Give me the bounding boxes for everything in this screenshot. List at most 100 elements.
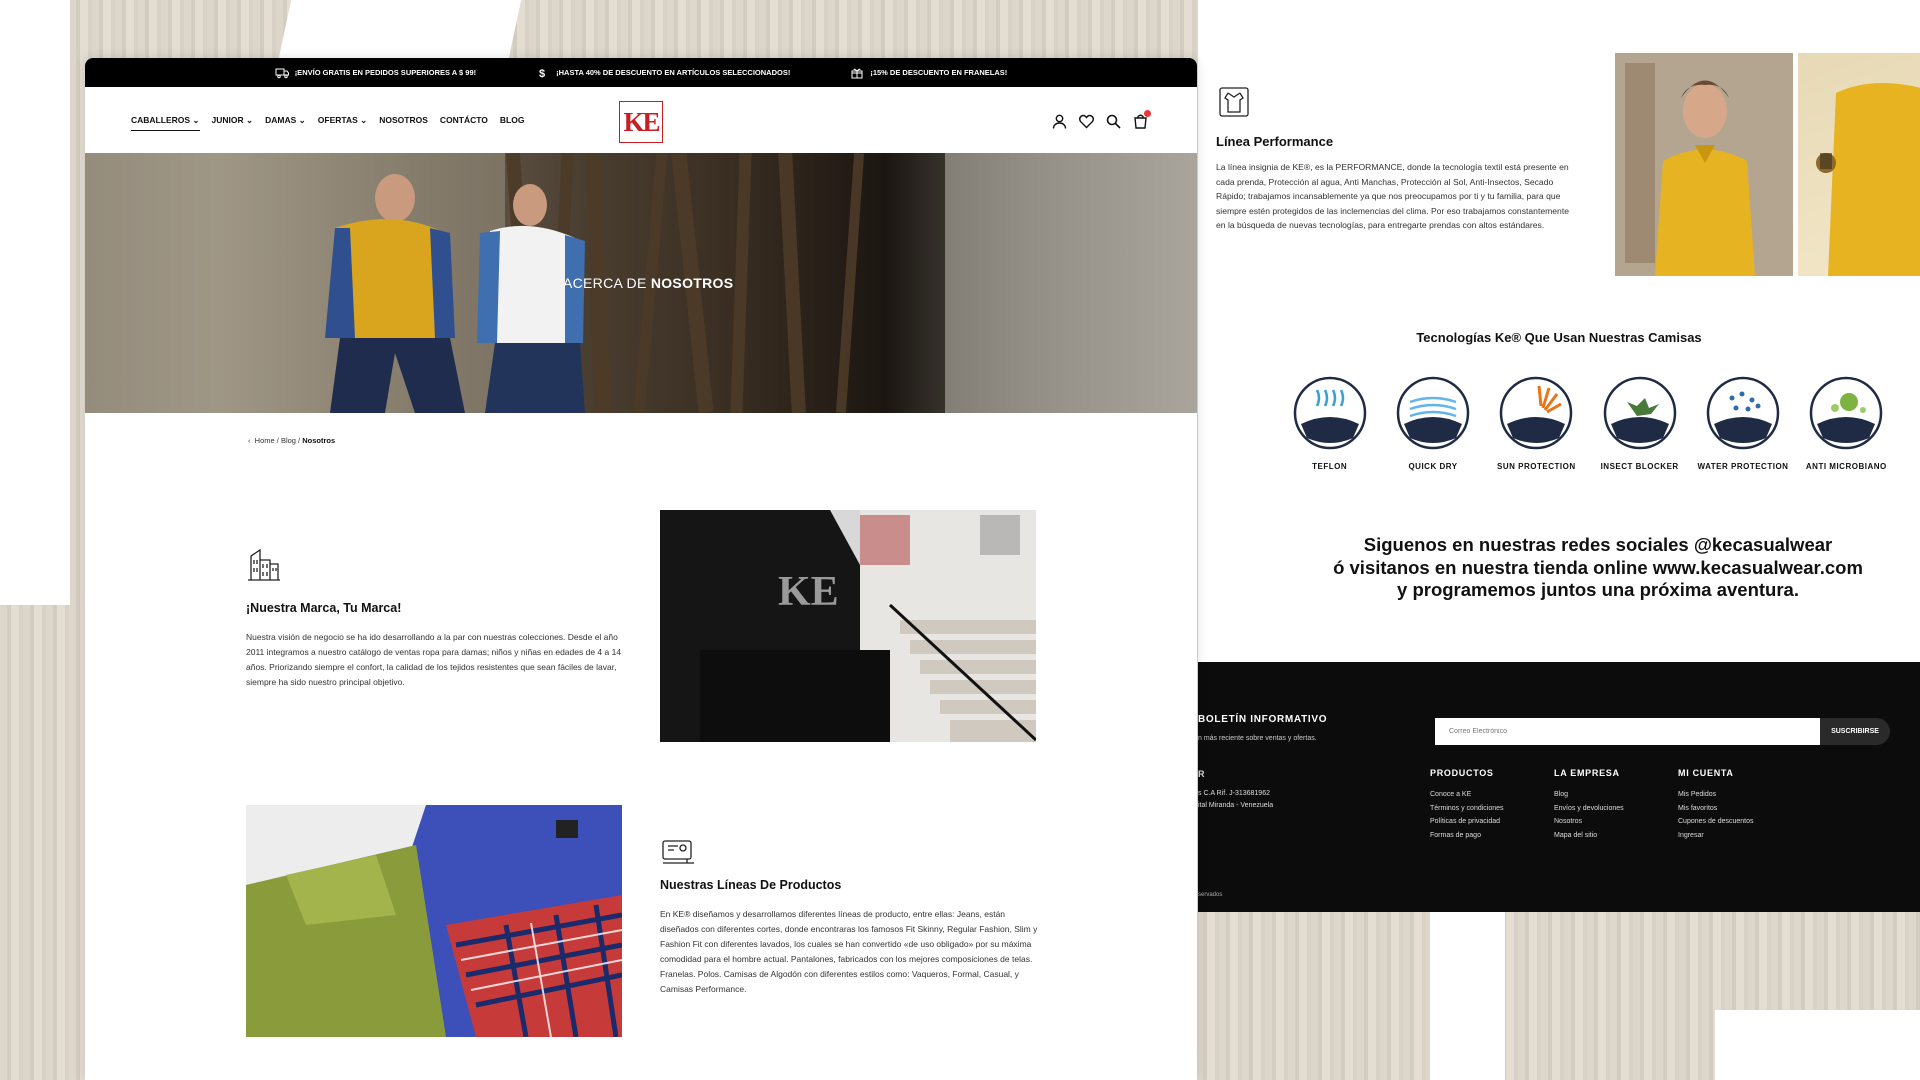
tech-label: SUN PROTECTION: [1497, 462, 1576, 471]
social-line: Siguenos en nuestras redes sociales @kec…: [1363, 534, 1833, 555]
promo-topbar: ¡ENVÍO GRATIS EN PEDIDOS SUPERIORES A $ …: [85, 58, 1197, 87]
main-navigation: CABALLEROS ⌄ JUNIOR ⌄ DAMAS ⌄ OFERTAS ⌄ …: [85, 87, 1197, 153]
social-line: ó visitanos en nuestra tienda online www…: [1333, 556, 1863, 578]
product-lines-title: Nuestras Líneas De Productos: [660, 878, 842, 892]
left-page-preview: ¡ENVÍO GRATIS EN PEDIDOS SUPERIORES A $ …: [85, 58, 1197, 1080]
building-icon: [248, 548, 280, 581]
promo-text: ¡ENVÍO GRATIS EN PEDIDOS SUPERIORES A $ …: [294, 68, 477, 77]
hero-banner: ACERCA DE NOSOTROS: [85, 153, 1197, 413]
newsletter-title: BOLETÍN INFORMATIVO: [1198, 714, 1328, 725]
social-line: y programemos juntos una próxima aventur…: [1397, 579, 1799, 600]
background-shape: [0, 0, 70, 605]
footer: BOLETÍN INFORMATIVO n más reciente sobre…: [1198, 662, 1920, 912]
nav-item-ofertas[interactable]: OFERTAS ⌄: [318, 115, 367, 131]
teflon-icon: [1293, 376, 1366, 450]
social-message: Siguenos en nuestras redes sociales @kec…: [1298, 534, 1898, 602]
tech-label: QUICK DRY: [1408, 462, 1458, 471]
company-info: R s C.A Rif. J-313681962 ital Miranda - …: [1198, 768, 1273, 812]
background-shape: [1715, 1010, 1920, 1080]
tech-label: WATER PROTECTION: [1697, 462, 1789, 471]
model-photo: [1615, 53, 1793, 276]
search-icon[interactable]: [1105, 113, 1122, 130]
subscribe-button[interactable]: SUSCRIBIRSE: [1820, 718, 1890, 745]
technologies-list: TEFLON QUICK DRY SUN PROTECTION INSECT B…: [1278, 376, 1898, 471]
performance-text: La línea insignia de KE®, es la PERFORMA…: [1216, 162, 1570, 230]
technologies-title: Tecnologías Ke® Que Usan Nuestras Camisa…: [1416, 330, 1702, 345]
svg-text:$: $: [539, 68, 545, 79]
brand-logo[interactable]: KE: [619, 101, 663, 143]
background-shape: [1430, 912, 1505, 1080]
footer-company-column: LA EMPRESA Blog Envíos y devoluciones No…: [1554, 768, 1624, 842]
company-rif: s C.A Rif. J-313681962: [1198, 790, 1270, 797]
footer-link[interactable]: Mapa del sitio: [1554, 829, 1624, 843]
tech-item: SUN PROTECTION: [1485, 376, 1588, 471]
sun-protection-icon: [1500, 376, 1573, 450]
shirts-image: [246, 805, 622, 1037]
footer-column-title: MI CUENTA: [1678, 768, 1734, 778]
brand-section-text: Nuestra visión de negocio se ha ido desa…: [246, 632, 622, 687]
hero-title: ACERCA DE NOSOTROS: [563, 275, 734, 291]
promo-item: ¡ENVÍO GRATIS EN PEDIDOS SUPERIORES A $ …: [275, 67, 476, 79]
company-heading: R: [1198, 769, 1205, 779]
tech-item: QUICK DRY: [1381, 376, 1484, 471]
anti-microbiano-icon: [1810, 376, 1883, 450]
footer-link[interactable]: Mis Pedidos: [1678, 788, 1754, 802]
promo-text: ¡15% DE DESCUENTO EN FRANELAS!: [870, 68, 1008, 77]
footer-link[interactable]: Nosotros: [1554, 815, 1624, 829]
breadcrumb-current: Nosotros: [302, 436, 336, 445]
newsletter-subtitle: n más reciente sobre ventas y ofertas.: [1198, 735, 1317, 742]
footer-link[interactable]: Formas de pago: [1430, 829, 1504, 843]
nav-item-blog[interactable]: BLOG: [500, 115, 525, 131]
brand-section-title: ¡Nuestra Marca, Tu Marca!: [246, 601, 402, 615]
tech-label: ANTI MICROBIANO: [1805, 462, 1887, 471]
footer-link[interactable]: Mis favoritos: [1678, 802, 1754, 816]
quick-dry-icon: [1396, 376, 1470, 450]
nav-menu: CABALLEROS ⌄ JUNIOR ⌄ DAMAS ⌄ OFERTAS ⌄ …: [131, 115, 524, 131]
tech-item: WATER PROTECTION: [1691, 376, 1794, 471]
cart-badge: [1144, 110, 1151, 117]
footer-link[interactable]: Políticas de privacidad: [1430, 815, 1504, 829]
footer-column-title: PRODUCTOS: [1430, 768, 1494, 778]
sewing-machine-icon: [662, 840, 694, 864]
tech-label: INSECT BLOCKER: [1600, 462, 1679, 471]
tech-item: TEFLON: [1278, 376, 1381, 471]
footer-link[interactable]: Envíos y devoluciones: [1554, 802, 1624, 816]
footer-column-title: LA EMPRESA: [1554, 768, 1620, 778]
product-lines-text: En KE® diseñamos y desarrollamos diferen…: [660, 909, 1038, 994]
footer-account-column: MI CUENTA Mis Pedidos Mis favoritos Cupo…: [1678, 768, 1754, 842]
copyright-text: servados: [1198, 892, 1223, 898]
tech-label: TEFLON: [1312, 462, 1348, 471]
user-icon[interactable]: [1051, 113, 1068, 130]
insect-blocker-icon: [1603, 376, 1676, 450]
svg-text:KE: KE: [778, 569, 839, 615]
performance-title: Línea Performance: [1216, 134, 1334, 149]
promo-text: ¡HASTA 40% DE DESCUENTO EN ARTÍCULOS SEL…: [556, 68, 791, 77]
truck-icon: [275, 68, 289, 78]
footer-products-column: PRODUCTOS Conoce a KE Términos y condici…: [1430, 768, 1504, 842]
nav-item-contacto[interactable]: CONTÁCTO: [440, 115, 488, 131]
email-field[interactable]: [1435, 718, 1820, 745]
footer-link[interactable]: Ingresar: [1678, 829, 1754, 843]
breadcrumb-blog[interactable]: Blog: [281, 436, 296, 445]
promo-item: ¡15% DE DESCUENTO EN FRANELAS!: [850, 67, 1007, 79]
water-protection-icon: [1706, 376, 1780, 450]
tech-item: INSECT BLOCKER: [1588, 376, 1691, 471]
footer-link[interactable]: Conoce a KE: [1430, 788, 1504, 802]
store-interior-image: KE: [660, 510, 1036, 742]
nav-item-caballeros[interactable]: CABALLEROS ⌄: [131, 115, 200, 131]
heart-icon[interactable]: [1078, 113, 1095, 130]
cart-button[interactable]: [1132, 110, 1151, 135]
dollar-icon: $: [539, 68, 545, 79]
right-page-preview: Línea Performance La línea insignia de K…: [1198, 0, 1920, 912]
nav-item-nosotros[interactable]: NOSOTROS: [379, 115, 428, 131]
nav-item-junior[interactable]: JUNIOR ⌄: [212, 115, 254, 131]
footer-link[interactable]: Blog: [1554, 788, 1624, 802]
gift-icon: [851, 68, 863, 78]
footer-link[interactable]: Cupones de descuentos: [1678, 815, 1754, 829]
chevron-left-icon: ‹: [248, 436, 251, 445]
breadcrumb-home[interactable]: Home: [255, 436, 275, 445]
nav-item-damas[interactable]: DAMAS ⌄: [265, 115, 306, 131]
background-shape: [278, 0, 522, 58]
footer-link[interactable]: Términos y condiciones: [1430, 802, 1504, 816]
tech-item: ANTI MICROBIANO: [1795, 376, 1898, 471]
